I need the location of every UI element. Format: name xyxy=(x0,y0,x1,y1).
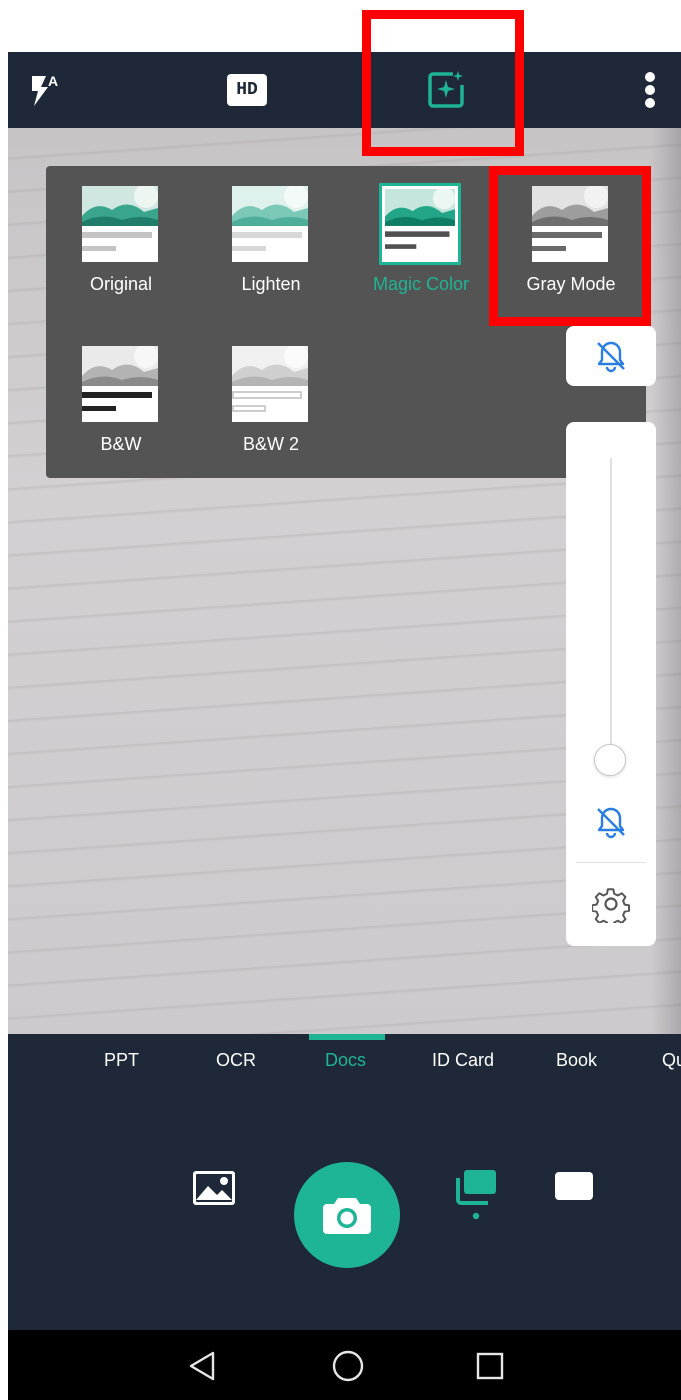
bell-off-icon xyxy=(597,341,625,373)
flash-button[interactable]: A xyxy=(24,66,68,114)
hd-label: HD xyxy=(236,80,258,100)
filter-button[interactable] xyxy=(422,66,470,114)
filter-thumb-selected xyxy=(379,183,461,265)
filter-label: B&W xyxy=(100,434,142,454)
filter-label: Original xyxy=(89,274,153,294)
batch-mode-button[interactable] xyxy=(452,1166,500,1226)
gear-icon xyxy=(592,888,630,923)
mode-id-card[interactable]: ID Card xyxy=(432,1050,494,1071)
camera-icon xyxy=(323,1198,371,1234)
top-toolbar: A HD xyxy=(8,52,681,128)
zoom-mute-button[interactable] xyxy=(589,800,633,844)
filter-lighten[interactable]: Lighten xyxy=(196,166,336,296)
camera-screen: A HD Original Lighten Magic Color Gray M… xyxy=(8,52,681,1400)
batch-mode-icon xyxy=(456,1170,496,1220)
filter-magic-color[interactable]: Magic Color xyxy=(346,166,486,296)
filter-original[interactable]: Original xyxy=(46,166,186,296)
filter-thumb xyxy=(82,346,158,422)
filter-gray-mode[interactable]: Gray Mode xyxy=(496,166,636,296)
mute-toggle-button[interactable] xyxy=(566,326,656,386)
magic-filter-icon xyxy=(428,71,464,108)
nav-back-button[interactable] xyxy=(182,1346,222,1386)
mode-ocr[interactable]: OCR xyxy=(216,1050,256,1071)
hd-button[interactable]: HD xyxy=(222,66,272,114)
filter-bw[interactable]: B&W xyxy=(46,326,186,456)
back-triangle-icon xyxy=(189,1351,215,1381)
system-nav-bar xyxy=(8,1330,681,1400)
landscape-thumb-icon xyxy=(385,189,455,259)
single-mode-icon xyxy=(555,1172,593,1200)
filter-thumb xyxy=(232,346,308,422)
mode-docs[interactable]: Docs xyxy=(325,1050,366,1071)
mode-qu[interactable]: Qu xyxy=(662,1050,681,1071)
filter-bw2[interactable]: B&W 2 xyxy=(196,326,336,456)
filter-label: Magic Color xyxy=(372,274,470,294)
gallery-button[interactable] xyxy=(190,1166,238,1210)
single-mode-button[interactable] xyxy=(550,1166,598,1206)
active-mode-indicator xyxy=(309,1034,385,1040)
hd-badge: HD xyxy=(227,74,267,106)
filter-thumb xyxy=(82,186,158,262)
filter-thumb xyxy=(232,186,308,262)
landscape-thumb-icon xyxy=(532,186,608,262)
landscape-thumb-icon xyxy=(82,186,158,262)
filter-thumb xyxy=(532,186,608,262)
landscape-thumb-icon xyxy=(82,346,158,422)
landscape-thumb-icon xyxy=(232,346,308,422)
shutter-button[interactable] xyxy=(294,1162,400,1268)
more-button[interactable] xyxy=(632,66,668,114)
mode-book[interactable]: Book xyxy=(556,1050,597,1071)
more-vert-icon xyxy=(645,72,655,108)
mode-ppt[interactable]: PPT xyxy=(104,1050,139,1071)
settings-button[interactable] xyxy=(589,882,633,926)
filter-label: Gray Mode xyxy=(526,274,616,294)
zoom-slider-handle[interactable] xyxy=(594,744,626,776)
zoom-panel xyxy=(566,422,656,946)
svg-text:A: A xyxy=(48,73,58,89)
divider xyxy=(576,862,646,863)
home-circle-icon xyxy=(332,1350,364,1382)
nav-home-button[interactable] xyxy=(328,1346,368,1386)
filter-label: Lighten xyxy=(241,274,301,294)
filter-panel: Original Lighten Magic Color Gray Mode B… xyxy=(46,166,646,478)
recents-square-icon xyxy=(476,1352,504,1380)
image-icon xyxy=(193,1171,235,1205)
flash-auto-icon: A xyxy=(32,73,58,106)
filter-label: B&W 2 xyxy=(242,434,299,454)
nav-recents-button[interactable] xyxy=(470,1346,510,1386)
landscape-thumb-icon xyxy=(232,186,308,262)
bell-off-icon xyxy=(597,807,625,839)
bottom-controls: PPT OCR Docs ID Card Book Qu xyxy=(8,1034,681,1330)
zoom-slider-track[interactable] xyxy=(610,458,612,758)
